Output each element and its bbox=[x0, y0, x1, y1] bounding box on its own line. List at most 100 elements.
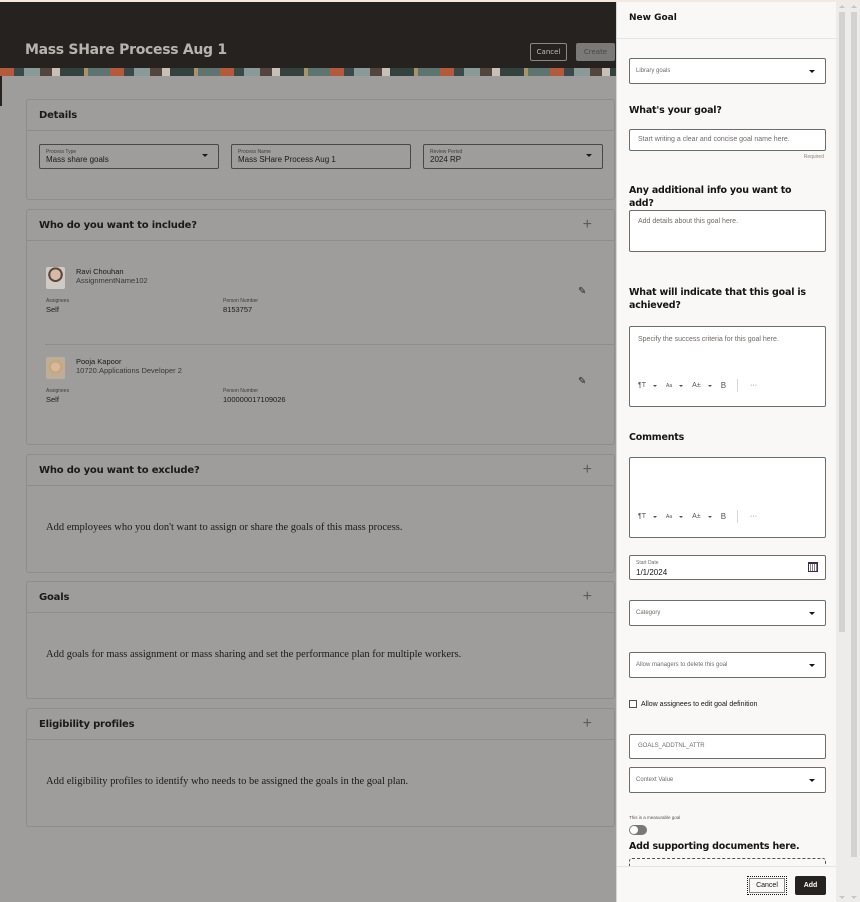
library-goals-select[interactable]: Library goals bbox=[629, 58, 826, 84]
paragraph-format-button[interactable]: ¶T bbox=[638, 513, 658, 520]
add-eligibility-button[interactable]: + bbox=[583, 716, 592, 732]
context-value-placeholder: Context Value bbox=[636, 777, 674, 783]
add-include-button[interactable]: + bbox=[583, 217, 592, 233]
chevron-down-icon bbox=[586, 154, 592, 157]
divider bbox=[617, 38, 837, 39]
more-button[interactable]: ··· bbox=[750, 382, 759, 389]
eligibility-title: Eligibility profiles bbox=[39, 718, 135, 730]
exclude-header: Who do you want to exclude? + bbox=[27, 455, 614, 486]
chevron-down-icon bbox=[809, 664, 815, 667]
comments-heading: Comments bbox=[629, 432, 685, 443]
bold-icon: B bbox=[720, 512, 727, 521]
drawer-add-button[interactable]: Add bbox=[795, 876, 826, 895]
font-size-button[interactable]: A± bbox=[692, 513, 712, 520]
more-icon: ··· bbox=[750, 513, 758, 520]
rich-text-toolbar: ¶T Aa A± B ··· bbox=[638, 510, 768, 523]
create-button[interactable]: Create bbox=[576, 43, 615, 61]
context-value-select[interactable]: Context Value bbox=[629, 767, 826, 793]
category-select[interactable]: Category bbox=[629, 600, 826, 626]
goals-header: Goals + bbox=[27, 582, 614, 613]
page-scrollbar[interactable] bbox=[848, 2, 860, 902]
start-date-label: Start Date bbox=[636, 560, 659, 566]
banner-edge bbox=[0, 76, 2, 106]
person-number-value: 8153757 bbox=[223, 305, 253, 314]
process-type-select[interactable]: Process Type Mass share goals bbox=[39, 144, 219, 169]
new-goal-drawer: New Goal Library goals What's your goal?… bbox=[616, 2, 837, 902]
bold-icon: B bbox=[720, 381, 727, 390]
divider bbox=[45, 344, 615, 345]
goals-message: Add goals for mass assignment or mass sh… bbox=[46, 649, 462, 660]
additional-attr-input[interactable]: GOALS_ADDTNL_ATTR bbox=[629, 734, 826, 759]
success-criteria-editor[interactable]: Specify the success criteria for this go… bbox=[629, 326, 826, 407]
assignees-label: Assignees bbox=[46, 388, 70, 394]
scroll-up-icon[interactable] bbox=[839, 5, 845, 8]
more-button[interactable]: ··· bbox=[750, 513, 759, 520]
info-textarea[interactable]: Add details about this goal here. bbox=[629, 210, 826, 252]
review-period-select[interactable]: Review Period 2024 RP bbox=[423, 144, 603, 169]
avatar bbox=[46, 357, 65, 379]
person-row: Pooja Kapoor 10720.Applications Develope… bbox=[45, 357, 605, 407]
goal-name-input[interactable]: Start writing a clear and concise goal n… bbox=[629, 129, 826, 151]
page-header: Mass SHare Process Aug 1 Cancel Create bbox=[0, 2, 616, 68]
font-family-button[interactable]: Aa bbox=[666, 513, 684, 520]
allow-edit-row: Allow assignees to edit goal definition bbox=[629, 700, 757, 708]
process-type-value: Mass share goals bbox=[46, 155, 109, 164]
eligibility-message: Add eligibility profiles to identify who… bbox=[46, 776, 409, 787]
paragraph-icon: ¶T bbox=[638, 382, 647, 389]
allow-edit-checkbox[interactable] bbox=[629, 700, 637, 708]
add-exclude-button[interactable]: + bbox=[583, 462, 592, 478]
assignees-value: Self bbox=[46, 305, 59, 314]
person-name: Ravi Chouhan bbox=[76, 267, 124, 276]
info-heading: Any additional info you want to add? bbox=[629, 185, 792, 209]
cancel-button[interactable]: Cancel bbox=[530, 43, 567, 61]
assignees-value: Self bbox=[46, 395, 59, 404]
font-icon: Aa bbox=[666, 513, 673, 520]
calendar-icon[interactable] bbox=[808, 562, 818, 572]
edit-pencil-icon[interactable]: ✎ bbox=[578, 376, 586, 387]
docs-heading: Add supporting documents here. bbox=[629, 841, 800, 852]
drawer-title: New Goal bbox=[629, 13, 677, 23]
scroll-thumb[interactable] bbox=[839, 12, 845, 632]
scroll-up-icon[interactable] bbox=[851, 5, 857, 8]
scroll-down-icon[interactable] bbox=[851, 896, 857, 899]
person-assignment: AssignmentName102 bbox=[76, 276, 148, 285]
comments-editor[interactable]: ¶T Aa A± B ··· bbox=[629, 457, 826, 538]
process-name-input[interactable]: Process Name Mass SHare Process Aug 1 bbox=[231, 144, 411, 169]
managers-delete-placeholder: Allow managers to delete this goal bbox=[636, 662, 728, 668]
bold-button[interactable]: B bbox=[721, 381, 728, 390]
drawer-footer: Cancel Add bbox=[617, 866, 837, 902]
drawer-cancel-button[interactable]: Cancel bbox=[747, 876, 787, 895]
details-header: Details bbox=[27, 100, 614, 131]
eligibility-card: Eligibility profiles + Add eligibility p… bbox=[26, 708, 615, 827]
drawer-scrollbar[interactable] bbox=[836, 2, 848, 902]
person-number-label: Person Number bbox=[223, 298, 259, 304]
allow-edit-label: Allow assignees to edit goal definition bbox=[641, 700, 758, 708]
managers-delete-select[interactable]: Allow managers to delete this goal bbox=[629, 652, 826, 678]
start-date-value: 1/1/2024 bbox=[636, 568, 668, 577]
exclude-card: Who do you want to exclude? + Add employ… bbox=[26, 454, 615, 573]
font-family-button[interactable]: Aa bbox=[666, 383, 684, 389]
scroll-thumb[interactable] bbox=[851, 12, 857, 857]
font-size-icon: A± bbox=[692, 382, 701, 389]
details-title: Details bbox=[39, 109, 78, 121]
process-name-value: Mass SHare Process Aug 1 bbox=[238, 155, 336, 164]
info-placeholder: Add details about this goal here. bbox=[638, 218, 739, 225]
start-date-input[interactable]: Start Date 1/1/2024 bbox=[629, 555, 826, 580]
edit-pencil-icon[interactable]: ✎ bbox=[578, 286, 586, 297]
required-hint: Required bbox=[803, 154, 824, 160]
additional-attr-value: GOALS_ADDTNL_ATTR bbox=[638, 743, 705, 749]
scroll-down-icon[interactable] bbox=[839, 896, 845, 899]
chevron-down-icon bbox=[809, 779, 815, 782]
add-goal-button[interactable]: + bbox=[583, 589, 592, 605]
header-banner-image bbox=[0, 68, 616, 76]
avatar bbox=[46, 267, 65, 289]
font-size-icon: A± bbox=[692, 513, 701, 520]
goal-heading: What's your goal? bbox=[629, 105, 722, 116]
more-icon: ··· bbox=[750, 382, 758, 389]
eligibility-header: Eligibility profiles + bbox=[27, 709, 614, 740]
toolbar-separator bbox=[737, 379, 739, 392]
paragraph-format-button[interactable]: ¶T bbox=[638, 382, 658, 389]
font-size-button[interactable]: A± bbox=[692, 382, 712, 389]
bold-button[interactable]: B bbox=[721, 512, 728, 521]
measurable-toggle[interactable] bbox=[629, 825, 647, 835]
